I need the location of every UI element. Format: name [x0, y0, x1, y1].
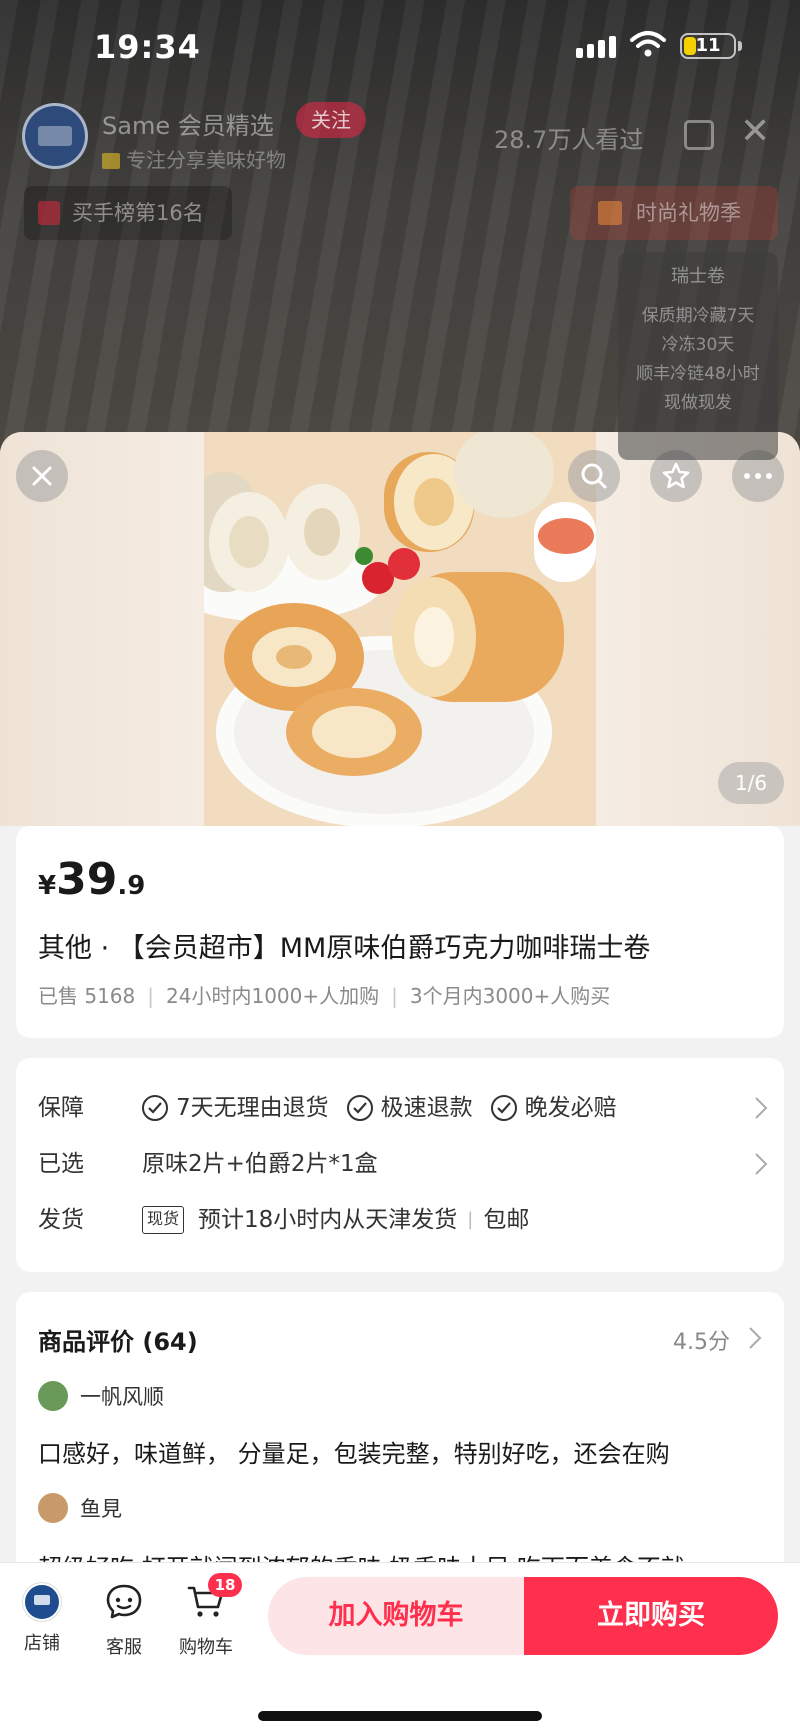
store-label: 店铺 [24, 1633, 60, 1654]
review-user: 一帆风顺 [38, 1380, 164, 1412]
close-icon [32, 466, 52, 486]
review-score: 4.5分 [673, 1330, 730, 1355]
review-username: 鱼見 [80, 1497, 122, 1521]
search-icon [581, 463, 607, 489]
action-bar: 店铺 客服 购物车 18 加入购物车 立即购买 [0, 1562, 800, 1730]
guarantee-item: 7天无理由退货 [142, 1088, 329, 1128]
chevron-right-icon [755, 1153, 768, 1175]
product-gallery[interactable]: 1/6 [0, 432, 800, 826]
viewer-count: 28.7万人看过 [494, 126, 644, 154]
guarantee-item: 极速退款 [346, 1088, 473, 1128]
price-integer: 39 [56, 854, 118, 905]
store-icon [23, 1583, 61, 1621]
host-avatar[interactable] [22, 103, 88, 169]
buy-now-button[interactable]: 立即购买 [524, 1577, 778, 1655]
add-to-cart-button[interactable]: 加入购物车 [268, 1577, 524, 1655]
shipping-label: 发货 [38, 1207, 84, 1233]
status-bar: 19:34 11 [0, 0, 800, 96]
selected-label: 已选 [38, 1151, 84, 1177]
wifi-icon [630, 31, 666, 57]
price-currency: ¥ [38, 871, 57, 901]
rank-badge[interactable]: 买手榜第16名 [24, 186, 232, 240]
info-card-title: 瑞士卷 [671, 266, 725, 287]
product-info-card: 瑞士卷 保质期冷藏7天 冷冻30天 顺丰冷链48小时 现做现发 [618, 252, 778, 460]
cart-label: 购物车 [179, 1637, 233, 1658]
free-shipping: 包邮 [483, 1207, 530, 1233]
store-button[interactable]: 店铺 [2, 1583, 82, 1663]
info-card-line: 顺丰冷链48小时 [636, 364, 760, 384]
review-text: 口感好，味道鲜， 分量足，包装完整，特别好吃，还会在购 [38, 1440, 670, 1468]
review-title: 商品评价 (64) [38, 1328, 198, 1356]
guarantee-row[interactable]: 保障 7天无理由退货 极速退款 晚发必赔 [38, 1088, 768, 1128]
product-image[interactable] [204, 432, 596, 826]
review-card[interactable]: 商品评价 (64) 4.5分 一帆风顺 口感好，味道鲜， 分量足，包装完整，特别… [16, 1292, 784, 1592]
cart-count-badge: 18 [208, 1573, 242, 1597]
live-close-icon[interactable]: ✕ [740, 114, 770, 150]
bought-3m: 3个月内3000+人购买 [409, 984, 611, 1008]
sold-count: 已售 5168 [38, 984, 136, 1008]
chevron-right-icon [755, 1097, 768, 1119]
battery-level: 11 [695, 35, 721, 56]
check-circle-icon [142, 1095, 168, 1121]
price: ¥39.9 [38, 854, 145, 905]
info-card-line: 保质期冷藏7天 [641, 306, 755, 326]
check-circle-icon [490, 1095, 517, 1121]
selected-value: 原味2片+伯爵2片*1盒 [142, 1151, 378, 1177]
product-title: 其他 · 【会员超市】MM原味伯爵巧克力咖啡瑞士卷 [38, 933, 651, 964]
review-user: 鱼見 [38, 1492, 122, 1524]
guarantee-item: 晚发必赔 [490, 1088, 617, 1128]
chat-icon [106, 1584, 142, 1619]
review-username: 一帆风顺 [80, 1385, 164, 1409]
status-time: 19:34 [94, 28, 201, 66]
gift-season-badge[interactable]: 时尚礼物季 [570, 186, 778, 240]
shipping-value: 预计18小时内从天津发货 [198, 1207, 458, 1233]
avatar [38, 1381, 68, 1411]
chevron-right-icon [749, 1327, 762, 1349]
home-indicator[interactable] [258, 1711, 542, 1721]
host-name[interactable]: Same 会员精选 [102, 106, 274, 141]
battery-icon: 11 [680, 33, 736, 59]
sales-stats: 已售 5168 | 24小时内1000+人加购 | 3个月内3000+人购买 [38, 984, 611, 1008]
guarantee-label: 保障 [38, 1095, 84, 1121]
added-24h: 24小时内1000+人加购 [166, 984, 380, 1008]
follow-button[interactable]: 关注 [296, 102, 366, 138]
product-sheet: 1/6 ¥39.9 其他 · 【会员超市】MM原味伯爵巧克力咖啡瑞士卷 已售 5… [0, 432, 800, 1730]
price-decimal: .9 [117, 871, 146, 901]
cellular-signal-icon [576, 36, 616, 58]
gallery-counter: 1/6 [718, 762, 784, 804]
host-description: 专注分享美味好物 [102, 144, 286, 173]
star-icon [662, 462, 690, 489]
price-card: ¥39.9 其他 · 【会员超市】MM原味伯爵巧克力咖啡瑞士卷 已售 5168 |… [16, 826, 784, 1038]
more-icon [744, 473, 772, 479]
customer-service-button[interactable]: 客服 [84, 1583, 164, 1663]
live-header: Same 会员精选 关注 专注分享美味好物 28.7万人看过 ✕ 买手榜第16名… [0, 96, 800, 460]
selected-variant-row[interactable]: 已选 原味2片+伯爵2片*1盒 [38, 1144, 768, 1184]
avatar [38, 1493, 68, 1523]
service-card: 保障 7天无理由退货 极速退款 晚发必赔 已选 原味2片+伯爵2片*1盒 发货 … [16, 1058, 784, 1272]
stock-tag: 现货 [142, 1206, 185, 1234]
shipping-row: 发货 现货 预计18小时内从天津发货 | 包邮 [38, 1200, 768, 1240]
minimize-icon[interactable] [684, 120, 714, 150]
check-circle-icon [346, 1095, 373, 1121]
info-card-line: 现做现发 [664, 393, 732, 413]
service-label: 客服 [106, 1637, 142, 1658]
info-card-line: 冷冻30天 [661, 335, 735, 355]
